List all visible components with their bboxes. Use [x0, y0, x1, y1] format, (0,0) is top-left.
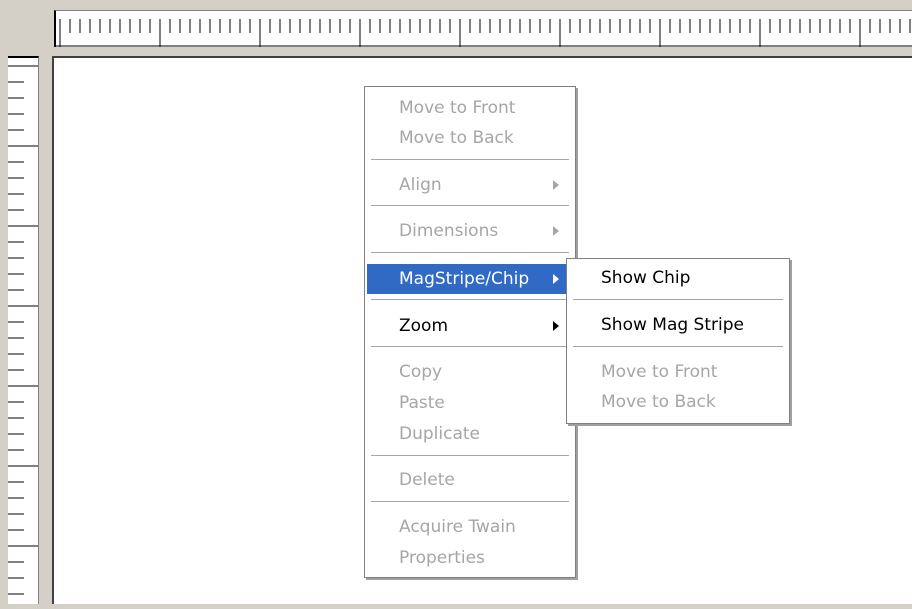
menu-item-label: Paste [399, 393, 445, 413]
menu-item-label: Move to Front [601, 362, 718, 382]
ruler-gutter [38, 46, 48, 602]
menu-item-magstripe-chip[interactable]: MagStripe/Chip [367, 264, 573, 294]
menu-item-label: Move to Back [399, 128, 514, 148]
menu-item-label: Delete [399, 470, 455, 490]
magstripe-chip-submenu: Show Chip Show Mag Stripe Move to Front … [566, 258, 790, 424]
submenu-item-show-chip[interactable]: Show Chip [569, 263, 787, 293]
vertical-ruler-ticks [8, 65, 38, 595]
submenu-item-move-to-back: Move to Back [569, 387, 787, 417]
menu-item-label: Acquire Twain [399, 517, 516, 537]
horizontal-ruler-ticks [56, 19, 912, 47]
menu-separator [371, 455, 569, 457]
menu-item-label: Zoom [399, 316, 449, 336]
context-menu: Move to Front Move to Back Align Dimensi… [364, 86, 576, 578]
menu-item-label: Duplicate [399, 424, 480, 444]
menu-item-duplicate: Duplicate [367, 419, 573, 449]
menu-separator [371, 159, 569, 161]
menu-item-label: Dimensions [399, 221, 499, 241]
menu-separator [573, 346, 783, 348]
submenu-arrow-icon [553, 321, 559, 331]
menu-item-properties: Properties [367, 543, 573, 573]
menu-separator [371, 252, 569, 254]
submenu-arrow-icon [553, 226, 559, 236]
vertical-ruler [8, 56, 39, 604]
submenu-arrow-icon [553, 180, 559, 190]
ruler-corner [0, 0, 54, 46]
submenu-item-show-mag-stripe[interactable]: Show Mag Stripe [569, 310, 787, 340]
menu-separator [371, 205, 569, 207]
menu-item-delete: Delete [367, 465, 573, 495]
submenu-arrow-icon [553, 274, 559, 284]
menu-item-label: MagStripe/Chip [399, 269, 530, 289]
menu-item-label: Copy [399, 362, 443, 382]
menu-item-zoom[interactable]: Zoom [367, 311, 573, 341]
menu-item-copy: Copy [367, 357, 573, 387]
menu-separator [371, 346, 569, 348]
menu-item-label: Align [399, 175, 442, 195]
menu-item-label: Move to Front [399, 98, 516, 118]
menu-item-paste: Paste [367, 388, 573, 418]
menu-item-dimensions: Dimensions [367, 216, 573, 246]
menu-item-move-to-back: Move to Back [367, 123, 573, 153]
menu-separator [371, 299, 569, 301]
submenu-item-move-to-front: Move to Front [569, 357, 787, 387]
menu-item-move-to-front: Move to Front [367, 93, 573, 123]
menu-item-label: Move to Back [601, 392, 716, 412]
menu-item-align: Align [367, 170, 573, 200]
menu-separator [371, 501, 569, 503]
menu-item-label: Show Chip [601, 268, 691, 288]
horizontal-ruler [54, 10, 912, 47]
menu-item-acquire-twain: Acquire Twain [367, 512, 573, 542]
menu-item-label: Properties [399, 548, 485, 568]
menu-item-label: Show Mag Stripe [601, 315, 744, 335]
menu-separator [573, 299, 783, 301]
